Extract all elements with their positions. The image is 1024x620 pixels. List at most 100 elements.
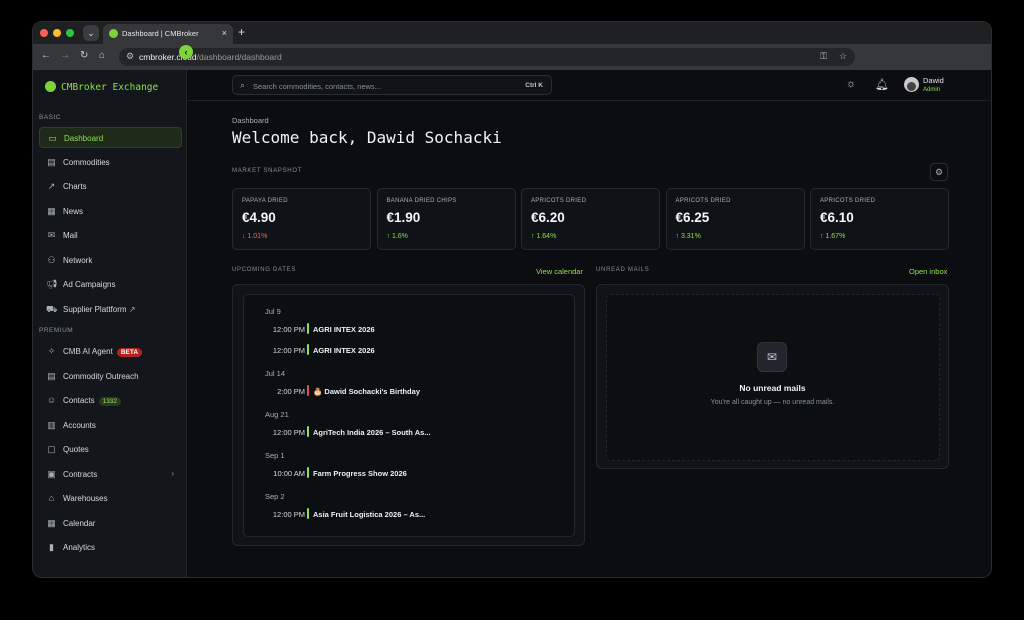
sidebar-item-cmb-ai-agent[interactable]: ✧ CMB AI Agent BETA: [39, 341, 182, 362]
sidebar-item-label: Commodities: [63, 157, 110, 167]
sidebar-item-charts[interactable]: ↗ Charts: [39, 176, 182, 197]
section-basic: BASIC: [39, 114, 62, 121]
sidebar-item-contacts[interactable]: ☺ Contacts 1332: [39, 390, 182, 411]
event-row[interactable]: 12:00 PM AgriTech India 2026 – South As.…: [265, 425, 565, 438]
sidebar-badge: 1332: [98, 397, 122, 406]
search-shortcut: Ctrl K: [525, 82, 543, 89]
search-input[interactable]: ⌕ Search commodities, contacts, news... …: [232, 75, 552, 95]
commodity-price: €6.10: [820, 210, 854, 225]
truck-icon: ⛟: [46, 303, 58, 314]
sidebar-item-label: Calendar: [63, 518, 96, 528]
price-change: ↑ 3.31%: [675, 233, 701, 240]
close-window-button[interactable]: [40, 29, 48, 37]
event-name: Farm Progress Show 2026: [313, 468, 407, 478]
home-icon[interactable]: ⌂: [99, 50, 105, 61]
tab-list-chevron-icon[interactable]: ⌄: [83, 25, 99, 41]
market-card[interactable]: BANANA DRIED CHIPS €1.90 ↑ 1.6%: [376, 188, 516, 250]
sidebar-item-label: Charts: [63, 182, 87, 191]
event-row[interactable]: 12:00 PM Asia Fruit Logistica 2026 – As.…: [265, 507, 565, 520]
globe-logo-icon: [45, 81, 56, 92]
url-path: /dashboard/dashboard: [196, 52, 282, 62]
commodity-price: €1.90: [386, 210, 421, 225]
market-card[interactable]: APRICOTS DRIED €6.20 ↑ 1.64%: [521, 188, 660, 250]
unread-mails-panel: [596, 284, 949, 469]
theme-sun-icon[interactable]: ☼: [846, 78, 856, 90]
maximize-window-button[interactable]: [66, 29, 74, 37]
price-change: ↑ 1.6%: [386, 233, 408, 240]
tab-title: Dashboard | CMBroker: [122, 29, 199, 38]
market-settings-gear-icon[interactable]: ⚙: [930, 163, 948, 181]
breadcrumb: Dashboard: [232, 116, 269, 125]
event-row[interactable]: 12:00 PM AGRI INTEX 2026: [265, 343, 565, 356]
event-color-bar: [307, 384, 309, 396]
new-tab-icon[interactable]: +: [238, 25, 245, 39]
sidebar-item-quotes[interactable]: ▢ Quotes: [39, 439, 182, 460]
sidebar-item-contracts[interactable]: ▣ Contracts ›: [39, 464, 182, 485]
avatar[interactable]: [904, 77, 919, 92]
sidebar-item-commodities[interactable]: ▤ Commodities: [39, 152, 182, 173]
mail-icon: ✉: [47, 230, 56, 240]
browser-tab[interactable]: Dashboard | CMBroker ×: [103, 24, 233, 44]
favicon-icon: [109, 29, 118, 38]
event-name: AGRI INTEX 2026: [313, 325, 375, 334]
sidebar-item-calendar[interactable]: ▦ Calendar: [39, 513, 182, 534]
sidebar-item-label: Supplier Plattform ↗: [63, 304, 136, 314]
key-icon[interactable]: ⚿: [820, 51, 827, 62]
event-row[interactable]: 10:00 AM Farm Progress Show 2026: [265, 466, 565, 479]
market-card[interactable]: APRICOTS DRIED €6.10 ↑ 1.67%: [810, 188, 949, 250]
brand[interactable]: CMBroker Exchange: [45, 81, 158, 93]
event-color-bar: [307, 323, 309, 334]
event-name: AgriTech India 2026 – South As...: [313, 427, 431, 437]
sidebar-item-commodity-outreach[interactable]: ▤ Commodity Outreach: [39, 366, 182, 387]
url-field[interactable]: ⚙ cmbroker.cloud/dashboard/dashboard ⚿ ☆: [119, 48, 855, 66]
forward-icon[interactable]: →: [60, 50, 70, 61]
commodity-price: €4.90: [242, 210, 276, 225]
event-row[interactable]: 2:00 PM 🎂 Dawid Sochacki's Birthday: [265, 384, 565, 397]
no-mail-title: No unread mails: [739, 383, 806, 393]
sidebar-item-accounts[interactable]: ▥ Accounts: [39, 415, 182, 436]
event-date: Jul 14: [265, 368, 286, 378]
event-name: AGRI INTEX 2026: [313, 345, 375, 355]
megaphone-icon: 📢︎: [46, 279, 58, 289]
sidebar-item-analytics[interactable]: ▮ Analytics: [39, 537, 182, 558]
sidebar-item-dashboard[interactable]: ▭ Dashboard: [39, 127, 182, 148]
sidebar-item-label: Analytics: [63, 543, 96, 552]
sidebar-item-label: Ad Campaigns: [63, 280, 116, 289]
box-icon: ▤: [47, 156, 56, 167]
sidebar-item-news[interactable]: ▦ News: [39, 201, 182, 222]
calendar-icon: ▦: [47, 517, 56, 528]
view-calendar-link[interactable]: View calendar: [536, 267, 583, 276]
section-premium: PREMIUM: [39, 327, 74, 334]
sidebar-item-warehouses[interactable]: ⌂ Warehouses: [39, 488, 182, 509]
commodity-name: APRICOTS DRIED: [675, 198, 731, 204]
sidebar: CMBroker Exchange BASIC ▭ Dashboard ▤ Commo…: [33, 70, 187, 577]
monitor-icon: ▭: [48, 133, 57, 143]
event-color-bar: [307, 466, 309, 478]
sidebar-item-supplier-plattform[interactable]: ⛟ Supplier Plattform ↗: [39, 299, 182, 320]
user-name[interactable]: Dawid: [923, 76, 944, 85]
sidebar-item-mail[interactable]: ✉ Mail: [39, 225, 182, 246]
collapse-sidebar-button[interactable]: ‹: [179, 45, 193, 59]
event-name: 🎂 Dawid Sochacki's Birthday: [313, 386, 420, 396]
sidebar-item-label: Dashboard: [64, 134, 104, 143]
back-icon[interactable]: ←: [41, 50, 51, 61]
chevron-right-icon: ›: [171, 468, 174, 478]
minimize-window-button[interactable]: [53, 29, 61, 37]
reload-icon[interactable]: ↻: [80, 50, 88, 61]
notification-bell-icon[interactable]: 🔔︎: [875, 78, 889, 91]
sidebar-item-network[interactable]: ⚇ Network: [39, 250, 182, 271]
sidebar-badge: BETA: [116, 348, 143, 357]
price-change: ↑ 1.67%: [820, 233, 846, 240]
browser-window: ⌄ Dashboard | CMBroker × + ← → ↻ ⌂ ⚙ cmb…: [32, 21, 992, 578]
close-tab-icon[interactable]: ×: [222, 28, 227, 38]
main-content: ⌕ Search commodities, contacts, news... …: [188, 70, 991, 577]
bookmark-star-icon[interactable]: ☆: [839, 51, 847, 62]
open-inbox-link[interactable]: Open inbox: [909, 267, 947, 276]
site-settings-icon[interactable]: ⚙: [126, 51, 134, 62]
market-card[interactable]: APRICOTS DRIED €6.25 ↑ 3.31%: [665, 188, 805, 250]
market-card[interactable]: PAPAYA DRIED €4.90 ↓ 1.01%: [232, 188, 371, 250]
sidebar-item-ad-campaigns[interactable]: 📢︎ Ad Campaigns: [39, 274, 182, 295]
commodity-price: €6.20: [531, 210, 565, 225]
event-row[interactable]: 12:00 PM AGRI INTEX 2026: [265, 323, 565, 335]
upcoming-dates-panel: Jul 9 12:00 PM AGRI INTEX 2026 12:00 PM AG…: [232, 284, 585, 546]
